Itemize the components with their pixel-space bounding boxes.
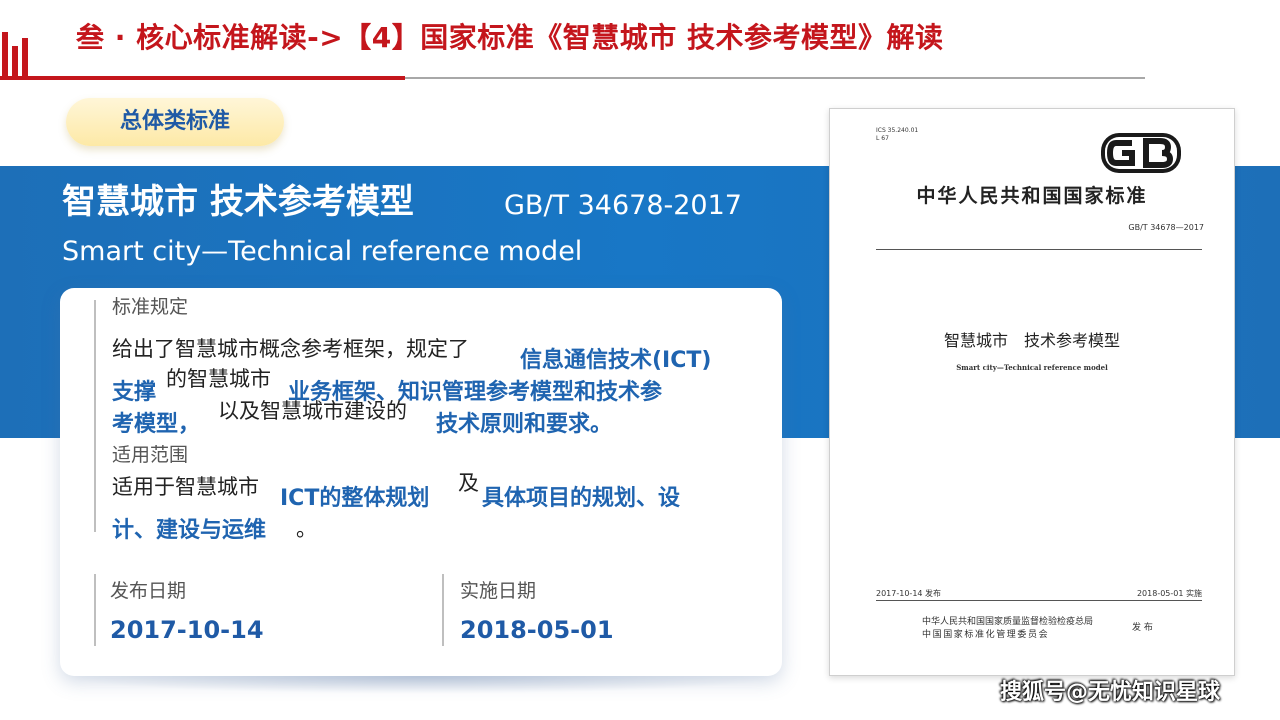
doc-code: GB/T 34678—2017 xyxy=(1128,223,1204,232)
scope-label: 适用范围 xyxy=(112,444,189,466)
logo-bars-icon xyxy=(0,28,34,76)
doc-rule-bottom xyxy=(876,600,1202,601)
header-divider-gray xyxy=(405,77,1145,79)
scope-highlight-ict-planning: ICT的整体规划 xyxy=(280,486,430,511)
doc-title: 智慧城市 技术参考模型 xyxy=(943,331,1120,350)
standard-code: GB/T 34678-2017 xyxy=(504,190,742,221)
doc-release-date: 2017-10-14 发布 xyxy=(876,589,942,598)
provisions-text-1: 给出了智慧城市概念参考框架，规定了 xyxy=(112,337,469,361)
category-badge: 总体类标准 xyxy=(66,98,284,146)
doc-ccs: L 67 xyxy=(876,135,889,142)
provisions-highlight-model: 考模型， xyxy=(112,412,201,437)
release-date-label: 发布日期 xyxy=(110,580,187,602)
scope-text-3: 。 xyxy=(296,517,317,541)
standard-title-en: Smart city—Technical reference model xyxy=(62,236,583,267)
scope-text-1: 适用于智慧城市 xyxy=(112,475,259,499)
standard-title-cn: 智慧城市 技术参考模型 xyxy=(62,182,414,222)
provisions-text-3: 以及智慧城市建设的 xyxy=(218,399,407,423)
implement-date-label: 实施日期 xyxy=(460,580,537,602)
doc-publisher-1: 中华人民共和国国家质量监督检验检疫总局 xyxy=(922,617,1094,627)
provisions-text-2: 的智慧城市 xyxy=(166,367,271,391)
implement-date-value: 2018-05-01 xyxy=(460,616,614,644)
provisions-divider xyxy=(94,300,96,440)
implement-divider xyxy=(442,574,444,646)
doc-heading: 中华人民共和国国家标准 xyxy=(916,185,1148,207)
watermark: 搜狐号@无忧知识星球 xyxy=(1000,680,1221,705)
standard-document-cover: ICS 35.240.01 L 67 中华人民共和国国家标准 GB/T 3467… xyxy=(829,108,1235,676)
scope-text-2: 及 xyxy=(458,471,479,495)
provisions-label: 标准规定 xyxy=(112,296,189,318)
doc-implement-date: 2018-05-01 实施 xyxy=(1136,589,1202,598)
header-divider-red xyxy=(0,76,405,80)
doc-ics: ICS 35.240.01 xyxy=(876,127,919,134)
doc-publish-label: 发 布 xyxy=(1132,623,1153,633)
provisions-highlight-principles: 技术原则和要求。 xyxy=(436,412,613,437)
page-title: 叁 · 核心标准解读->【4】国家标准《智慧城市 技术参考模型》解读 xyxy=(76,21,944,54)
doc-rule-top xyxy=(876,249,1202,250)
scope-divider xyxy=(94,440,96,532)
release-date-value: 2017-10-14 xyxy=(110,616,264,644)
provisions-highlight-support: 支撑 xyxy=(112,380,157,405)
release-divider xyxy=(94,574,96,646)
doc-subtitle: Smart city—Technical reference model xyxy=(956,363,1108,372)
provisions-highlight-ict: 信息通信技术(ICT) xyxy=(520,348,712,373)
gb-logo-icon xyxy=(1101,133,1181,173)
scope-highlight-project: 具体项目的规划、设 xyxy=(482,486,681,511)
doc-publisher-2: 中国国家标准化管理委员会 xyxy=(922,630,1050,640)
scope-highlight-construction: 计、建设与运维 xyxy=(112,518,267,543)
